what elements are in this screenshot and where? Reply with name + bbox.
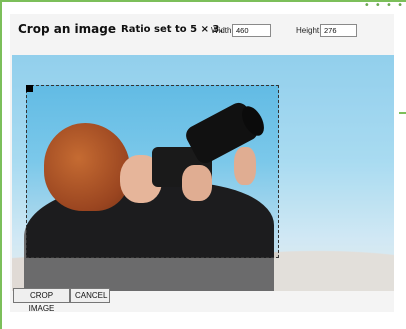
left-accent-border: [0, 0, 2, 329]
crop-selection-box[interactable]: [26, 85, 279, 258]
crop-header: Crop an image Ratio set to 5 × 3. Width:…: [10, 14, 394, 54]
side-tick-mark: [399, 112, 406, 114]
ratio-text: Ratio set to 5 × 3.: [121, 24, 224, 35]
page-title: Crop an image: [18, 22, 116, 36]
crop-shade-top: [12, 55, 279, 85]
crop-image[interactable]: [12, 55, 394, 291]
crop-shade-right: [279, 55, 394, 291]
width-field[interactable]: 460: [232, 24, 271, 37]
height-label: Height:: [296, 26, 322, 35]
width-label: Width:: [211, 26, 234, 35]
crop-shade-left: [12, 85, 26, 258]
cancel-button[interactable]: CANCEL: [70, 288, 110, 303]
crop-resize-handle[interactable]: [26, 85, 33, 92]
corner-dots-decoration: • • • •: [363, 0, 404, 11]
crop-image-button[interactable]: CROP IMAGE: [13, 288, 70, 313]
top-accent-border: [0, 0, 406, 2]
crop-panel: Crop an image Ratio set to 5 × 3. Width:…: [10, 14, 394, 312]
crop-shade-bottom: [12, 258, 279, 291]
height-field[interactable]: 276: [320, 24, 357, 37]
